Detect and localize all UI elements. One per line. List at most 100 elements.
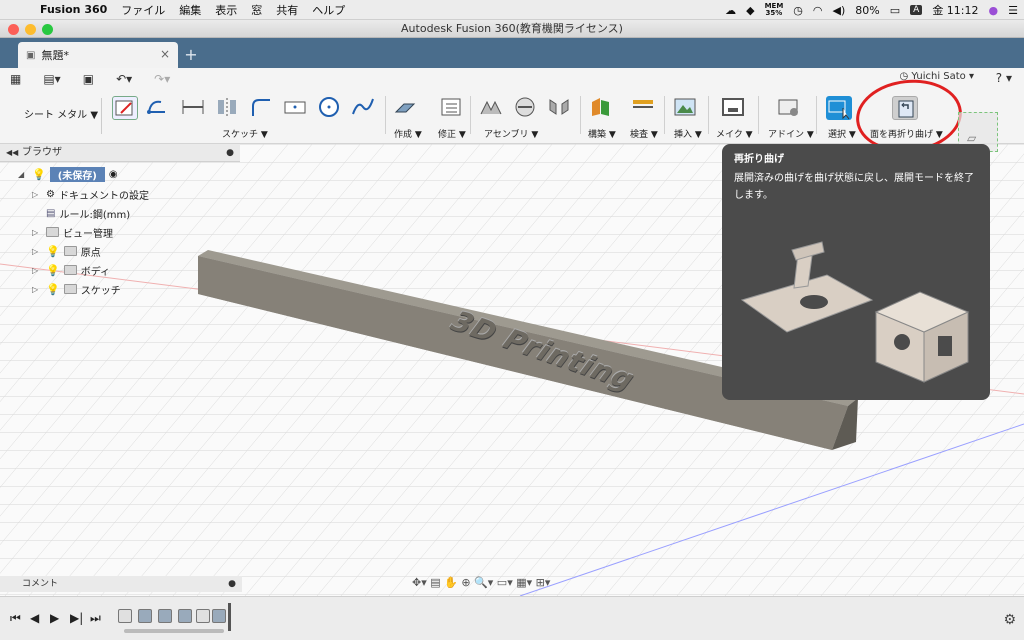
modify-icon[interactable] [438, 96, 464, 120]
creative-cloud-icon[interactable]: ☁ [725, 4, 736, 17]
make-group-label[interactable]: メイク ▼ [716, 127, 753, 140]
timeline-emboss-feature[interactable] [212, 609, 226, 623]
motion-link-icon[interactable] [546, 96, 572, 120]
new-tab-button[interactable]: + [182, 46, 200, 64]
browser-panel-header[interactable]: ◀◀ ブラウザ ● [0, 144, 240, 162]
expand-icon[interactable]: ▷ [32, 190, 42, 199]
workspace-switcher[interactable]: シート メタル ▼ [10, 98, 102, 134]
comments-panel[interactable]: コメント ● [0, 576, 242, 592]
menubar-clock[interactable]: 金 11:12 [932, 2, 978, 18]
battery-icon[interactable]: ▭ [890, 4, 900, 17]
battery-level[interactable]: 80% [855, 4, 879, 17]
zoom-window-icon[interactable]: 🔍▾ [474, 576, 493, 589]
timeline-scrollbar[interactable] [124, 629, 224, 633]
menu-help[interactable]: ヘルプ [312, 2, 345, 18]
as-built-joint-icon[interactable] [512, 96, 538, 120]
timeline-settings-gear-icon[interactable]: ⚙ [1003, 612, 1016, 628]
flange-icon[interactable] [392, 96, 418, 120]
assemble-group-label[interactable]: アセンブリ ▼ [484, 127, 538, 140]
insert-group-label[interactable]: 挿入 ▼ [674, 127, 702, 140]
file-menu-icon[interactable]: ▤▾ [43, 72, 60, 86]
menu-window[interactable]: 窓 [251, 2, 262, 18]
create-group-label[interactable]: 作成 ▼ [394, 127, 422, 140]
menu-share[interactable]: 共有 [276, 2, 298, 18]
input-mode[interactable]: A [910, 5, 923, 15]
construct-group-label[interactable]: 構築 ▼ [588, 127, 616, 140]
timeline-sketch-feature[interactable] [118, 609, 132, 623]
circle-icon[interactable] [316, 96, 342, 120]
visibility-bulb-icon[interactable]: 💡 [46, 283, 60, 296]
step-forward-icon[interactable]: ▶| [70, 611, 83, 625]
spline-icon[interactable] [350, 96, 376, 120]
save-icon[interactable]: ▣ [83, 72, 94, 86]
arc-icon[interactable] [145, 96, 171, 120]
zoom-window-button[interactable] [42, 24, 53, 35]
fillet-icon[interactable] [248, 96, 274, 120]
step-back-icon[interactable]: ◀ [30, 611, 39, 625]
tree-item-origin[interactable]: ▷ 💡 原点 [32, 242, 101, 260]
timeline-marker[interactable] [228, 603, 231, 631]
menu-file[interactable]: ファイル [121, 2, 165, 18]
sketch-group-label[interactable]: スケッチ ▼ [222, 127, 268, 140]
tree-item-document-settings[interactable]: ▷ ⚙ ドキュメントの設定 [32, 185, 149, 203]
tree-item-rule[interactable]: ▤ ルール:鋼(mm) [46, 204, 130, 222]
collapse-icon[interactable]: ◀◀ [6, 144, 18, 162]
create-sketch-icon[interactable] [112, 96, 138, 120]
orbit-icon[interactable]: ✥▾ [412, 576, 427, 589]
timeline-sketch-feature[interactable] [196, 609, 210, 623]
browser-menu-icon[interactable]: ● [226, 144, 234, 162]
clock-app-icon[interactable]: ◷ [793, 4, 803, 17]
select-icon[interactable] [826, 96, 852, 120]
data-panel-grid-icon[interactable]: ▦ [10, 72, 21, 86]
measure-icon[interactable] [630, 96, 656, 120]
tree-item-bodies[interactable]: ▷ 💡 ボディ [32, 261, 110, 279]
joint-icon[interactable] [478, 96, 504, 120]
undo-icon[interactable]: ↶▾ [116, 72, 132, 86]
expand-icon[interactable]: ◢ [18, 170, 28, 179]
tree-root[interactable]: ◢ 💡 (未保存) ◉ [18, 165, 118, 183]
expand-icon[interactable]: ▷ [32, 266, 42, 275]
inspect-group-label[interactable]: 検査 ▼ [630, 127, 658, 140]
help-button[interactable]: ? ▾ [996, 71, 1012, 85]
select-group-label[interactable]: 選択 ▼ [828, 127, 856, 140]
play-icon[interactable]: ▶ [50, 611, 59, 625]
close-tab-icon[interactable]: × [160, 47, 170, 61]
menu-view[interactable]: 表示 [215, 2, 237, 18]
modify-group-label[interactable]: 修正 ▼ [438, 127, 466, 140]
timeline-refold-feature[interactable] [178, 609, 192, 623]
3d-print-icon[interactable] [720, 96, 746, 120]
timeline-unfold-feature[interactable] [158, 609, 172, 623]
memory-meter[interactable]: MEM 35% [765, 3, 784, 17]
redo-icon[interactable]: ↷▾ [154, 72, 170, 86]
dropbox-icon[interactable]: ◆ [746, 4, 754, 17]
line-icon[interactable] [180, 96, 206, 120]
scripts-addins-icon[interactable] [776, 96, 802, 120]
wifi-icon[interactable]: ◠ [813, 4, 823, 17]
pan-icon[interactable]: ✋ [444, 576, 458, 589]
viewports-icon[interactable]: ⊞▾ [536, 576, 551, 589]
minimize-window-button[interactable] [25, 24, 36, 35]
rectangle-icon[interactable] [282, 96, 308, 120]
expand-icon[interactable]: ▷ [32, 285, 42, 294]
look-at-icon[interactable]: ▤ [430, 576, 440, 589]
go-to-start-icon[interactable]: ⏮ [10, 611, 21, 626]
go-to-end-icon[interactable]: ⏭ [90, 611, 101, 626]
grid-settings-icon[interactable]: ▦▾ [516, 576, 532, 589]
timeline-flange-feature[interactable] [138, 609, 152, 623]
visibility-bulb-icon[interactable]: 💡 [46, 245, 60, 258]
zoom-icon[interactable]: ⊕ [461, 576, 470, 589]
expand-icon[interactable]: ▷ [32, 228, 42, 237]
mirror-icon[interactable] [214, 96, 240, 120]
siri-icon[interactable]: ● [989, 4, 999, 17]
notification-center-icon[interactable]: ☰ [1008, 4, 1018, 17]
tree-item-named-views[interactable]: ▷ ビュー管理 [32, 223, 113, 241]
visibility-bulb-icon[interactable]: 💡 [32, 168, 46, 181]
construct-plane-icon[interactable] [588, 96, 614, 120]
menu-edit[interactable]: 編集 [179, 2, 201, 18]
document-tab[interactable]: ▣ 無題* × [18, 42, 178, 68]
tree-item-sketches[interactable]: ▷ 💡 スケッチ [32, 280, 121, 298]
volume-icon[interactable]: ◀) [833, 4, 846, 17]
expand-icon[interactable]: ▷ [32, 247, 42, 256]
display-settings-icon[interactable]: ▭▾ [497, 576, 513, 589]
activate-radio-icon[interactable]: ◉ [109, 169, 118, 180]
